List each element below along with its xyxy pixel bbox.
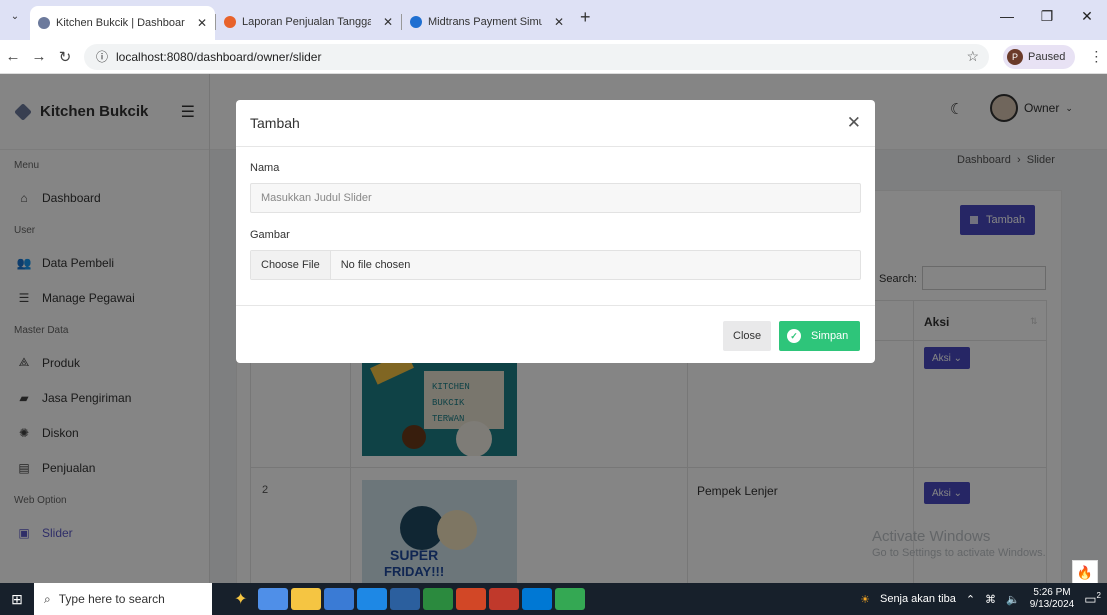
close-button[interactable]: Close	[723, 321, 772, 351]
clock[interactable]: 5:26 PM 9/13/2024	[1030, 587, 1075, 611]
widgets-sparkle-icon[interactable]: ✦	[234, 589, 247, 609]
network-icon[interactable]: ⌘	[985, 593, 996, 606]
name-label: Nama	[250, 162, 280, 174]
back-arrow-icon[interactable]: ←	[0, 48, 26, 65]
tab-close-icon[interactable]: ✕	[554, 15, 564, 29]
taskbar-search-box[interactable]: ⌕ Type here to search	[34, 583, 212, 615]
windows-start-icon[interactable]: ⊞	[0, 591, 34, 608]
browser-tab-bar: ⌄ Kitchen Bukcik | Dashboard Ow✕Laporan …	[0, 0, 1107, 40]
file-status: No file chosen	[340, 259, 411, 271]
tab-close-icon[interactable]: ✕	[197, 16, 207, 30]
profile-avatar-icon: P	[1007, 48, 1023, 65]
modal-body: Nama Masukkan Judul Slider Gambar Choose…	[236, 147, 875, 280]
save-button[interactable]: ✓ Simpan	[779, 321, 861, 351]
address-bar-row: ← → ↻ ⓘ localhost:8080/dashboard/owner/s…	[0, 40, 1107, 74]
system-tray: ☀ Senja akan tiba ⌃ ⌘ 🔈 5:26 PM 9/13/202…	[860, 587, 1107, 611]
profile-status: Paused	[1028, 50, 1066, 63]
check-circle-icon: ✓	[787, 329, 801, 343]
close-icon[interactable]: ✕	[847, 113, 861, 133]
taskbar-app-icons	[255, 588, 586, 610]
taskbar-app-icon[interactable]	[324, 588, 355, 610]
restore-button[interactable]: ❐	[1027, 0, 1067, 32]
tab-favicon-icon	[410, 16, 422, 28]
bookmark-star-icon[interactable]: ☆	[966, 48, 979, 65]
window-controls: — ❐ ✕	[987, 0, 1107, 32]
taskbar-app-icon[interactable]	[423, 588, 454, 610]
search-icon: ⌕	[44, 591, 51, 606]
weather-icon[interactable]: ☀	[860, 593, 870, 606]
image-label: Gambar	[250, 229, 290, 241]
clock-time: 5:26 PM	[1033, 587, 1071, 598]
taskbar-app-icon[interactable]	[522, 588, 553, 610]
tab-favicon-icon	[38, 17, 50, 29]
url-text[interactable]: localhost:8080/dashboard/owner/slider	[116, 50, 321, 64]
browser-tab[interactable]: Kitchen Bukcik | Dashboard Ow ✕	[30, 6, 215, 40]
taskbar-app-icon[interactable]	[555, 588, 586, 610]
omnibox[interactable]: ⓘ localhost:8080/dashboard/owner/slider …	[84, 43, 989, 70]
taskbar-app-icon[interactable]	[291, 588, 322, 610]
profile-button[interactable]: P Paused	[1003, 44, 1076, 69]
tab-title: Midtrans Payment Simulator	[428, 16, 542, 28]
choose-file-button[interactable]: Choose File	[251, 251, 331, 279]
reload-icon[interactable]: ↻	[52, 48, 78, 66]
forward-arrow-icon[interactable]: →	[26, 48, 52, 65]
taskbar-app-icon[interactable]	[357, 588, 388, 610]
taskbar-app-icon[interactable]	[489, 588, 520, 610]
taskbar-app-icon[interactable]	[390, 588, 421, 610]
tab-search-dropdown[interactable]: ⌄	[0, 0, 30, 32]
site-info-icon[interactable]: ⓘ	[96, 48, 108, 65]
browser-tab[interactable]: Midtrans Payment Simulator ✕	[402, 6, 572, 38]
minimize-button[interactable]: —	[987, 0, 1027, 32]
clock-date: 9/13/2024	[1029, 599, 1075, 610]
volume-icon[interactable]: 🔈	[1006, 593, 1020, 606]
modal-title: Tambah	[250, 115, 300, 131]
tab-title: Laporan Penjualan Tanggal 202	[242, 16, 371, 28]
taskbar-app-icon[interactable]	[456, 588, 487, 610]
browser-tab[interactable]: Laporan Penjualan Tanggal 202 ✕	[216, 6, 401, 38]
tab-title: Kitchen Bukcik | Dashboard Ow	[56, 17, 185, 29]
taskbar-app-icon[interactable]	[258, 588, 289, 610]
tab-strip: Kitchen Bukcik | Dashboard Ow✕Laporan Pe…	[30, 0, 572, 40]
modal-header: Tambah ✕	[236, 100, 875, 147]
notification-icon[interactable]: ▭2	[1084, 591, 1101, 607]
slider-name-input[interactable]: Masukkan Judul Slider	[250, 183, 861, 213]
save-button-label: Simpan	[811, 330, 849, 342]
browser-menu-icon[interactable]: ⋮	[1089, 48, 1103, 65]
add-slider-modal: Tambah ✕ Nama Masukkan Judul Slider Gamb…	[236, 100, 875, 363]
notification-count: 2	[1096, 590, 1101, 600]
close-window-button[interactable]: ✕	[1067, 0, 1107, 32]
tray-chevron-icon[interactable]: ⌃	[966, 593, 975, 606]
modal-footer: Close ✓ Simpan	[236, 305, 875, 363]
tab-favicon-icon	[224, 16, 236, 28]
weather-text[interactable]: Senja akan tiba	[880, 593, 956, 605]
tab-close-icon[interactable]: ✕	[383, 15, 393, 29]
new-tab-button[interactable]: +	[580, 7, 591, 28]
taskbar-search-placeholder: Type here to search	[58, 592, 165, 606]
windows-taskbar: ⊞ ⌕ Type here to search ✦ ☀ Senja akan t…	[0, 583, 1107, 615]
image-file-input[interactable]: Choose File No file chosen	[250, 250, 861, 280]
